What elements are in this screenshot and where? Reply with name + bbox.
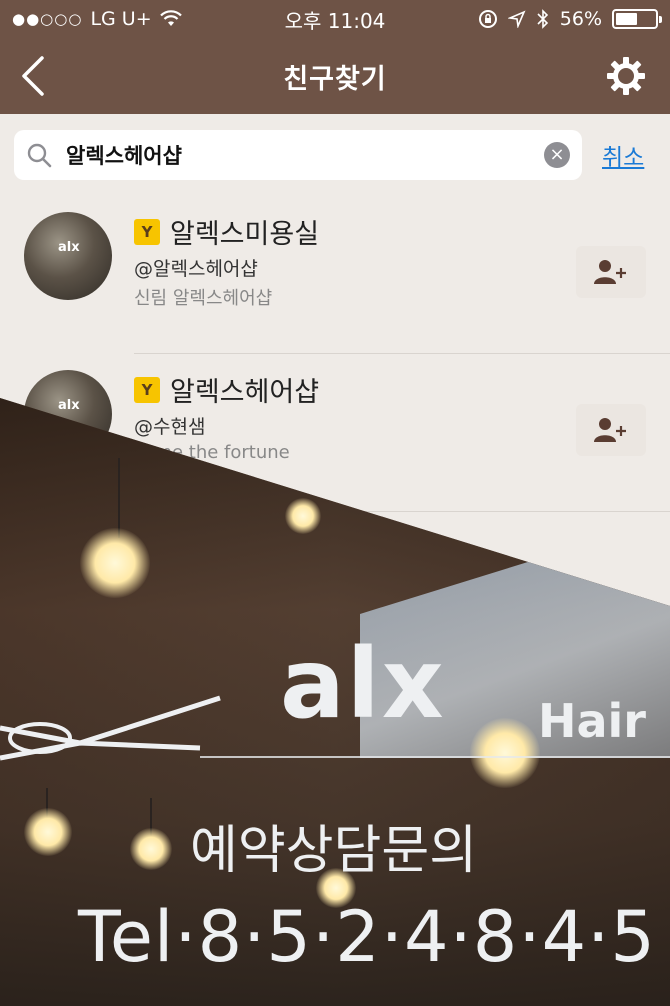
battery-percent: 56% <box>559 8 602 30</box>
status-bar: ●●○○○ LG U+ 오후 11:04 56% <box>0 0 670 38</box>
result-handle: @수현샘 <box>134 416 206 438</box>
nav-bar: 친구찾기 <box>0 38 670 114</box>
close-icon: × <box>549 144 565 165</box>
scissors-logo-icon <box>0 695 221 761</box>
lamp-cord <box>118 458 120 538</box>
light-bulb <box>130 828 172 870</box>
avatar[interactable]: alx <box>24 212 112 300</box>
page-title: 친구찾기 <box>283 63 387 95</box>
add-friend-button[interactable] <box>576 404 646 456</box>
cancel-button[interactable]: 취소 <box>602 138 644 172</box>
search-input[interactable] <box>66 143 544 167</box>
logo-underline <box>200 756 670 758</box>
light-bulb <box>80 528 150 598</box>
phone-number-text: Tel·8·5·2·4·8·4·5 <box>78 896 656 978</box>
salon-logo-text: alx <box>280 628 446 740</box>
gear-icon[interactable] <box>606 56 646 96</box>
clear-search-button[interactable]: × <box>544 142 570 168</box>
wifi-icon <box>159 10 182 26</box>
light-bulb <box>24 808 72 856</box>
search-box[interactable]: × <box>14 130 582 180</box>
signal-strength-icon: ●●○○○ <box>12 10 83 28</box>
add-person-icon <box>594 260 626 284</box>
result-name: 알렉스미용실 <box>170 219 320 250</box>
carrier-label: LG U+ <box>90 8 152 30</box>
battery-icon <box>612 9 662 29</box>
light-bulb <box>285 498 321 534</box>
add-friend-button[interactable] <box>576 246 646 298</box>
avatar-logo-icon: alx <box>58 398 80 413</box>
result-handle: @알렉스헤어샵 <box>134 258 258 280</box>
result-name: 알렉스헤어샵 <box>170 377 320 408</box>
result-description: 신림 알렉스헤어샵 <box>134 288 273 309</box>
bluetooth-icon <box>537 9 548 29</box>
reservation-text: 예약상담문의 <box>190 821 478 881</box>
avatar-logo-icon: alx <box>58 240 80 255</box>
plus-friend-badge: Y <box>134 218 160 245</box>
status-time: 오후 11:04 <box>284 8 386 33</box>
search-row: × 취소 <box>0 114 670 196</box>
add-person-icon <box>594 418 626 442</box>
location-arrow-icon <box>507 10 526 28</box>
list-item[interactable]: alx Y 알렉스미용실 @알렉스헤어샵 신림 알렉스헤어샵 <box>0 196 670 354</box>
light-bulb <box>470 718 540 788</box>
back-arrow-icon[interactable] <box>14 52 58 100</box>
salon-logo-hair-text: Hair <box>538 694 646 748</box>
plus-friend-badge: Y <box>134 376 160 403</box>
orientation-lock-icon <box>478 10 497 28</box>
search-icon <box>27 143 52 168</box>
